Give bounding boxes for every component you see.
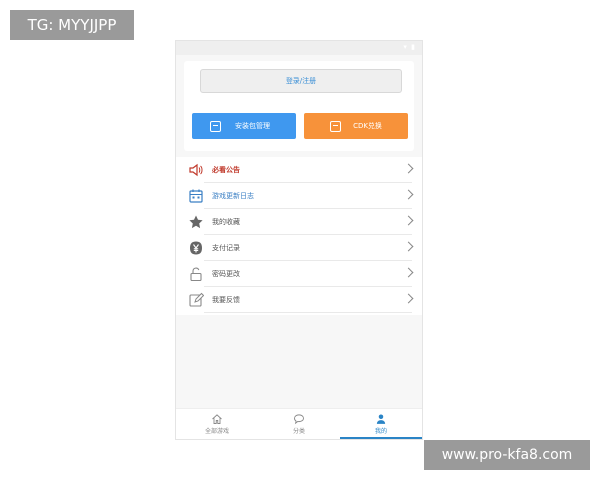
- menu-list: 必看公告 游戏更新日志 我的收藏 支付记录 密码更改 我要反馈: [176, 157, 422, 315]
- account-header: 登录/注册 安装包管理 CDK兑换: [184, 61, 414, 151]
- home-icon: [212, 414, 222, 424]
- tab-category[interactable]: 分类: [258, 409, 340, 439]
- menu-item-label: 游戏更新日志: [212, 192, 254, 200]
- tab-label: 我的: [374, 428, 387, 435]
- lock-icon: [188, 266, 204, 282]
- tab-label: 全部游戏: [204, 428, 229, 435]
- chevron-right-icon: [403, 241, 414, 252]
- cdk-redeem-label: CDK兑换: [353, 122, 382, 130]
- star-icon: [188, 214, 204, 230]
- gift-box-icon: [330, 120, 342, 132]
- install-package-button[interactable]: 安装包管理: [192, 113, 296, 139]
- yen-icon: [188, 240, 204, 256]
- chevron-right-icon: [403, 293, 414, 304]
- user-icon: [376, 414, 386, 424]
- login-register-button[interactable]: 登录/注册: [200, 69, 402, 93]
- menu-item-label: 必看公告: [212, 166, 240, 174]
- menu-item-payment-records[interactable]: 支付记录: [176, 235, 422, 261]
- tab-label: 分类: [292, 428, 305, 435]
- menu-item-label: 支付记录: [212, 244, 240, 252]
- cdk-redeem-button[interactable]: CDK兑换: [304, 113, 408, 139]
- chevron-right-icon: [403, 163, 414, 174]
- phone-screen: ▾ ▮ 登录/注册 安装包管理 CDK兑换 必看公告 游戏更新日志 我的收藏 支…: [175, 40, 423, 440]
- tab-mine[interactable]: 我的: [340, 409, 422, 439]
- tab-all-games[interactable]: 全部游戏: [176, 409, 258, 439]
- chevron-right-icon: [403, 189, 414, 200]
- menu-item-notice[interactable]: 必看公告: [176, 157, 422, 183]
- speaker-icon: [188, 162, 204, 178]
- menu-item-favorites[interactable]: 我的收藏: [176, 209, 422, 235]
- bottom-tab-bar: 全部游戏 分类 我的: [176, 408, 422, 439]
- download-box-icon: [210, 120, 221, 132]
- chevron-right-icon: [403, 215, 414, 226]
- watermark-bottom: www.pro-kfa8.com: [424, 440, 590, 470]
- menu-item-change-password[interactable]: 密码更改: [176, 261, 422, 287]
- watermark-top: TG: MYYJJPP: [10, 10, 134, 40]
- menu-item-feedback[interactable]: 我要反馈: [176, 287, 422, 313]
- menu-item-update-log[interactable]: 游戏更新日志: [176, 183, 422, 209]
- chat-icon: [294, 414, 304, 425]
- calendar-icon: [188, 188, 204, 204]
- install-package-label: 安装包管理: [235, 122, 270, 130]
- status-bar: ▾ ▮: [176, 41, 422, 55]
- menu-item-label: 我的收藏: [212, 218, 240, 226]
- chevron-right-icon: [403, 267, 414, 278]
- page: TG: MYYJJPP ▾ ▮ 登录/注册 安装包管理 CDK兑换 必看公告 游…: [0, 0, 600, 480]
- edit-icon: [188, 292, 204, 308]
- menu-item-label: 密码更改: [212, 270, 240, 278]
- menu-item-label: 我要反馈: [212, 296, 240, 304]
- status-icons: ▾ ▮: [403, 43, 416, 51]
